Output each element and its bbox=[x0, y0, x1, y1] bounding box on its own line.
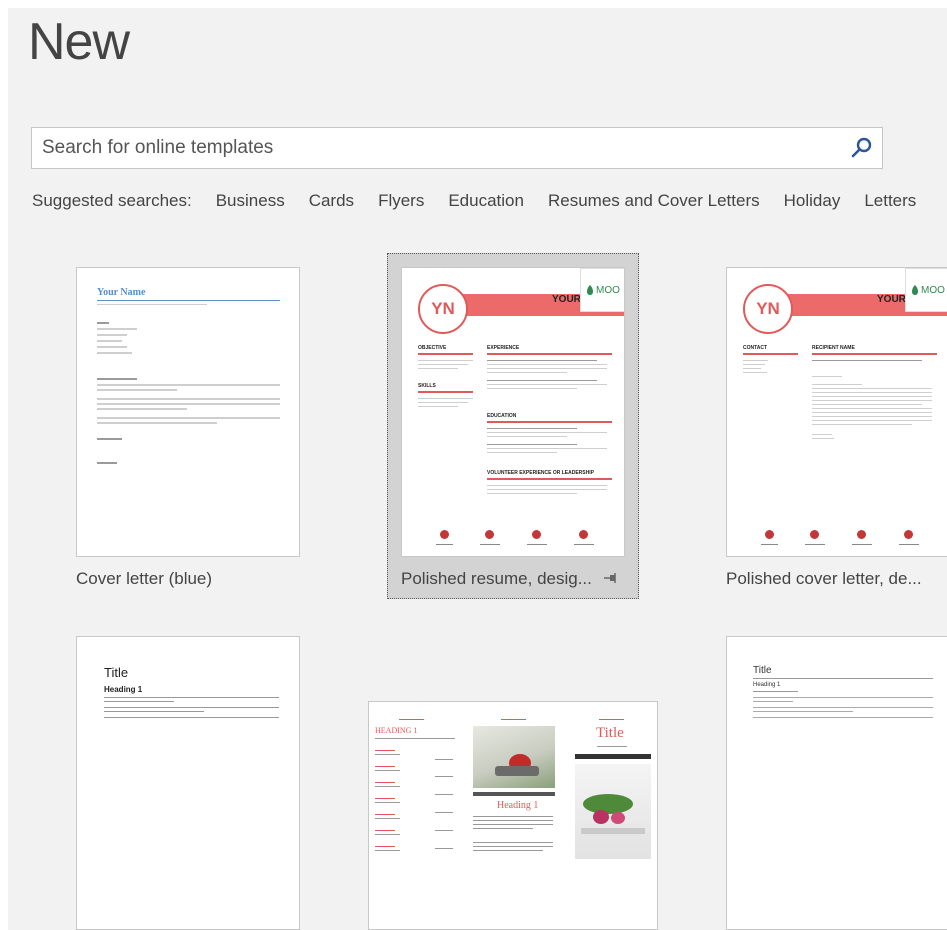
suggested-education[interactable]: Education bbox=[448, 191, 524, 211]
template-caption: Cover letter (blue) bbox=[76, 569, 213, 588]
brochure-photo-radishes bbox=[575, 764, 651, 859]
template-thumbnail[interactable]: Title Heading 1 bbox=[726, 636, 947, 930]
template-thumbnail[interactable]: Your Name bbox=[76, 267, 300, 557]
section-volunteer: VOLUNTEER EXPERIENCE OR LEADERSHIP bbox=[487, 470, 594, 476]
suggested-searches: Suggested searches: Business Cards Flyer… bbox=[32, 191, 940, 211]
suggested-holiday[interactable]: Holiday bbox=[784, 191, 841, 211]
initials-circle: YN bbox=[743, 284, 793, 334]
section-education: EDUCATION bbox=[487, 413, 517, 419]
page-title: New bbox=[28, 13, 130, 71]
pin-glyph bbox=[604, 573, 616, 583]
template-thumbnail[interactable]: YOUR N YN MOO OBJECTIVE SKILLS EXPERIENC… bbox=[401, 267, 625, 557]
brochure-heading: Heading 1 bbox=[497, 800, 539, 811]
moo-badge: MOO bbox=[905, 268, 947, 312]
suggested-resumes[interactable]: Resumes and Cover Letters bbox=[548, 191, 760, 211]
section-recipient: RECIPIENT NAME bbox=[812, 345, 855, 351]
pin-icon[interactable] bbox=[603, 571, 619, 587]
preview-name: Your Name bbox=[97, 287, 146, 298]
suggested-letters[interactable]: Letters bbox=[864, 191, 916, 211]
preview-title: Title bbox=[753, 665, 772, 676]
section-objective: OBJECTIVE bbox=[418, 345, 447, 351]
template-caption: Polished resume, desig... bbox=[401, 569, 592, 588]
search-icon bbox=[851, 137, 872, 158]
preview-title: Title bbox=[104, 665, 129, 680]
search-button[interactable] bbox=[850, 136, 874, 160]
brochure-title: Title bbox=[596, 725, 624, 741]
template-thumbnail[interactable]: YOUR N YN MOO CONTACT RECIPIENT NAME bbox=[726, 267, 947, 557]
new-document-panel: New Suggested searches: Business Cards F… bbox=[8, 8, 947, 930]
search-input[interactable] bbox=[42, 128, 822, 168]
suggested-flyers[interactable]: Flyers bbox=[378, 191, 424, 211]
section-experience: EXPERIENCE bbox=[487, 345, 520, 351]
section-contact: CONTACT bbox=[743, 345, 768, 351]
initials-circle: YN bbox=[418, 284, 468, 334]
suggested-business[interactable]: Business bbox=[216, 191, 285, 211]
suggested-searches-label: Suggested searches: bbox=[32, 191, 192, 210]
brochure-heading-caps: HEADING 1 bbox=[375, 726, 418, 735]
moo-leaf-icon bbox=[912, 285, 919, 295]
template-caption: Polished cover letter, de... bbox=[726, 569, 922, 588]
preview-heading: Heading 1 bbox=[753, 682, 781, 688]
suggested-cards[interactable]: Cards bbox=[309, 191, 354, 211]
template-thumbnail[interactable]: Title Heading 1 bbox=[76, 636, 300, 930]
moo-leaf-icon bbox=[587, 285, 594, 295]
section-skills: SKILLS bbox=[418, 383, 436, 389]
template-thumbnail[interactable]: HEADING 1 Heading 1 Title bbox=[368, 701, 658, 930]
moo-badge: MOO bbox=[580, 268, 624, 312]
brochure-photo-apples bbox=[473, 726, 555, 788]
preview-heading: Heading 1 bbox=[104, 685, 143, 694]
search-box bbox=[31, 127, 883, 169]
